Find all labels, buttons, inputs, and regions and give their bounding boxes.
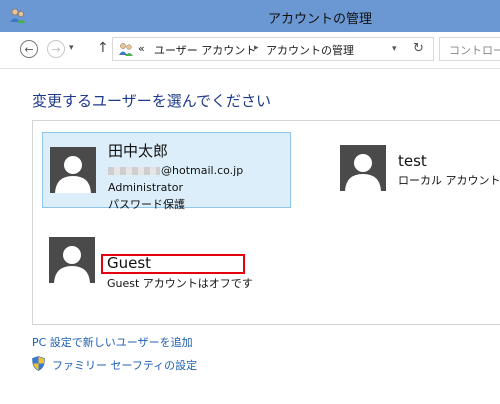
back-button[interactable]: ← bbox=[20, 40, 38, 58]
account-tile-test[interactable]: test ローカル アカウント bbox=[329, 132, 500, 208]
breadcrumb-manage-accounts[interactable]: アカウントの管理 bbox=[266, 42, 354, 58]
account-tile-tanaka[interactable]: 田中太郎 @hotmail.co.jp Administrator パスワード保… bbox=[42, 132, 291, 211]
shield-icon bbox=[32, 356, 45, 371]
content-area: 変更するユーザーを選んでください 田中太郎 @hotmail.co.jp Adm… bbox=[0, 69, 500, 404]
search-input[interactable]: コントロール bbox=[439, 37, 500, 61]
recent-locations-dropdown[interactable]: ▾ bbox=[69, 43, 74, 53]
refresh-icon[interactable]: ↻ bbox=[413, 41, 424, 56]
user-silhouette-icon bbox=[55, 156, 91, 193]
breadcrumb-separator[interactable]: ▸ bbox=[254, 43, 259, 53]
users-icon bbox=[119, 43, 133, 56]
avatar bbox=[49, 237, 95, 283]
user-silhouette-icon bbox=[54, 246, 90, 283]
user-silhouette-icon bbox=[345, 154, 381, 191]
account-email: @hotmail.co.jp bbox=[108, 164, 243, 177]
highlight-annotation bbox=[101, 254, 245, 274]
up-button[interactable]: ↑ bbox=[97, 40, 109, 56]
arrow-left-icon: ← bbox=[24, 42, 34, 56]
navigation-bar: ← → ▾ ↑ « ユーザー アカウント ▸ アカウントの管理 ▾ ↻ コントロ… bbox=[0, 32, 500, 69]
account-status: Guest アカウントはオフです bbox=[107, 277, 253, 290]
account-role: Administrator bbox=[108, 181, 183, 194]
search-placeholder: コントロール bbox=[449, 44, 500, 57]
address-dropdown[interactable]: ▾ bbox=[392, 44, 397, 54]
redacted-email bbox=[108, 167, 160, 175]
account-status: パスワード保護 bbox=[108, 198, 185, 211]
account-name: 田中太郎 bbox=[108, 142, 169, 160]
page-heading: 変更するユーザーを選んでください bbox=[32, 92, 271, 110]
breadcrumb-user-accounts[interactable]: ユーザー アカウント bbox=[154, 42, 256, 58]
account-name: test bbox=[398, 152, 427, 170]
family-safety-link[interactable]: ファミリー セーフティの設定 bbox=[52, 357, 197, 373]
accounts-panel: 田中太郎 @hotmail.co.jp Administrator パスワード保… bbox=[32, 120, 500, 325]
account-role: ローカル アカウント bbox=[398, 174, 500, 187]
add-user-link[interactable]: PC 設定で新しいユーザーを追加 bbox=[32, 334, 193, 350]
avatar bbox=[50, 147, 96, 193]
title-bar: アカウントの管理 bbox=[0, 0, 500, 32]
avatar bbox=[340, 145, 386, 191]
forward-button[interactable]: → bbox=[47, 40, 65, 58]
arrow-right-icon: → bbox=[51, 42, 61, 56]
breadcrumb-overflow[interactable]: « bbox=[138, 42, 145, 55]
address-bar[interactable]: « ユーザー アカウント ▸ アカウントの管理 ▾ ↻ bbox=[112, 37, 434, 61]
window-title: アカウントの管理 bbox=[267, 12, 372, 27]
